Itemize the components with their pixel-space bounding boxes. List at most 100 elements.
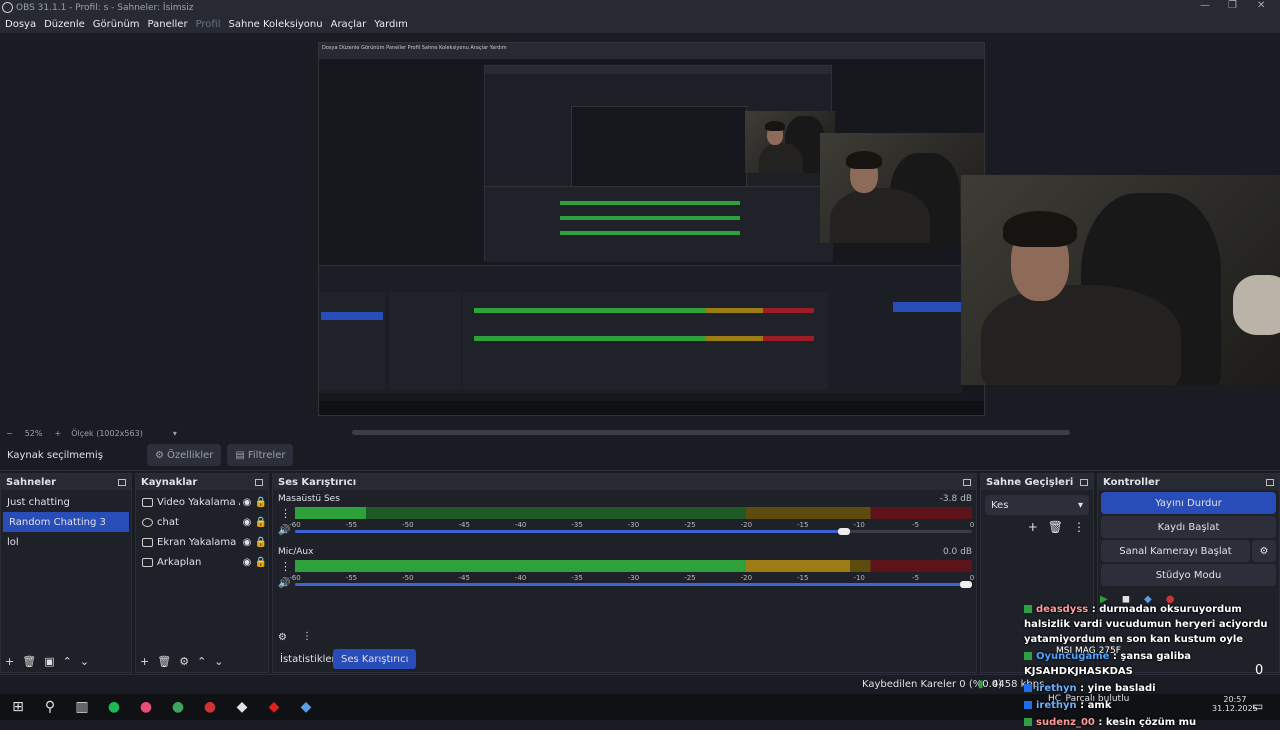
close-icon[interactable]: ✕ [1257,0,1265,11]
volume-slider[interactable] [295,528,972,535]
menu-docks[interactable]: Paneller [148,19,188,30]
windows-start-icon[interactable]: ⊞ [2,694,34,720]
tab-mixer[interactable]: Ses Karıştırıcı [333,649,417,669]
badge-icon [1024,701,1032,709]
messenger-icon[interactable]: ● [130,694,162,720]
menu-scene-collection[interactable]: Sahne Koleksiyonu [229,19,323,30]
transition-select[interactable]: Kes ▾ [985,495,1089,515]
channel-menu-icon[interactable]: ⋮ [280,560,291,573]
lock-icon[interactable]: 🔒 [254,537,268,548]
trash-icon[interactable]: 🗑 [157,655,171,668]
lock-icon[interactable]: 🔒 [254,497,268,508]
camera-icon [142,497,153,507]
menu-view[interactable]: Görünüm [93,19,140,30]
gear-icon[interactable]: ⚙ [179,655,189,668]
obs-logo-icon [2,2,13,13]
task-view-icon[interactable]: ▥ [66,694,98,720]
undock-icon[interactable] [118,478,126,486]
chevron-down-icon[interactable]: ⌄ [80,655,89,668]
minimize-icon[interactable]: — [1200,0,1210,11]
add-icon[interactable]: + [140,655,149,668]
mixer-title: Ses Karıştırıcı [278,476,357,488]
mixer-menu-icon[interactable]: ⋮ [302,631,312,642]
meter-tick-label: -15 [797,521,809,529]
scene-item[interactable]: lol [1,532,131,552]
add-icon[interactable]: + [1028,520,1038,534]
virtual-camera-button[interactable]: Sanal Kamerayı Başlat [1101,540,1250,562]
meter-tick-label: -20 [740,574,753,582]
zoom-out-icon[interactable]: − [6,429,13,438]
filters-icon[interactable]: ▣ [44,655,54,668]
preview-canvas[interactable]: Dosya Düzenle Görünüm Paneller Profil Sa… [0,33,1280,427]
more-icon[interactable]: ⋮ [1073,520,1085,534]
eye-icon[interactable]: ◉ [240,517,254,528]
chat-message: Oyuncugame : şansa galiba KJSAHDKJHASKDA… [1024,651,1192,677]
nested-menu: Dosya Düzenle Görünüm Paneller Profil Sa… [319,43,984,59]
steam-icon[interactable]: ◆ [290,694,322,720]
zoom-in-icon[interactable]: + [54,429,61,438]
browser-icon [142,517,153,527]
chevron-up-icon[interactable]: ⌃ [197,655,206,668]
menu-tools[interactable]: Araçlar [331,19,367,30]
virtual-camera-settings-icon[interactable]: ⚙ [1252,540,1276,562]
lock-icon[interactable]: 🔒 [254,517,268,528]
volume-knob[interactable] [960,581,972,588]
level-meter [295,507,972,519]
speaker-icon[interactable]: 🔊 [278,578,290,589]
scene-item-selected[interactable]: Random Chatting 3 [3,512,129,532]
meter-ticks: -60 -55 -50 -45 -40 -35 -30 -25 -20 -15 -10 -5 0 [289,574,974,582]
obs-taskbar-icon[interactable]: ● [194,694,226,720]
sources-title: Kaynaklar [141,476,198,488]
add-icon[interactable]: + [5,655,14,668]
chrome-icon[interactable]: ● [162,694,194,720]
search-icon[interactable]: ⚲ [34,694,66,720]
spotify-icon[interactable]: ● [98,694,130,720]
undock-icon[interactable] [255,478,263,486]
trash-icon[interactable]: 🗑 [1048,520,1063,534]
maximize-icon[interactable]: ❐ [1228,0,1237,11]
menu-profile[interactable]: Profil [196,19,221,30]
meter-tick-label: -55 [345,521,358,529]
scenes-dock: Sahneler Just chatting Random Chatting 3… [0,473,132,673]
transitions-title: Sahne Geçişleri [986,476,1074,488]
scale-dropdown-icon[interactable]: ▾ [173,429,177,438]
properties-button[interactable]: ⚙ Özellikler [147,444,222,466]
chevron-down-icon[interactable]: ⌄ [214,655,223,668]
preview-scrollbar[interactable] [352,430,1070,435]
chat-message: deasdyss : durmadan oksuruyordum halsizl… [1024,604,1268,645]
meter-tick-label: -25 [684,521,696,529]
eye-icon[interactable]: ◉ [240,537,254,548]
undock-icon[interactable] [963,478,971,486]
stop-stream-button[interactable]: Yayını Durdur [1101,492,1276,514]
lock-icon[interactable]: 🔒 [254,557,268,568]
mixer-settings-icon[interactable]: ⚙ [278,632,287,643]
eye-icon[interactable]: ◉ [240,497,254,508]
chevron-up-icon[interactable]: ⌃ [63,655,72,668]
source-item[interactable]: Video Yakalama Aygıtı◉🔒 [136,492,268,512]
image-icon [142,557,153,567]
source-item[interactable]: Arkaplan ◉ 🔒 [136,552,268,572]
app-icon[interactable]: ◆ [226,694,258,720]
volume-slider[interactable] [295,581,972,588]
meter-tick-label: -45 [458,521,470,529]
source-item[interactable]: chat ◉ 🔒 [136,512,268,532]
app2-icon[interactable]: ◆ [258,694,290,720]
gear-icon: ⚙ [155,449,164,461]
channel-menu-icon[interactable]: ⋮ [280,507,291,520]
meter-tick-label: -30 [627,574,640,582]
start-recording-button[interactable]: Kaydı Başlat [1101,516,1276,538]
scene-item[interactable]: Just chatting [1,492,131,512]
trash-icon[interactable]: 🗑 [22,655,36,668]
volume-knob[interactable] [838,528,851,535]
menu-help[interactable]: Yardım [374,19,408,30]
menu-edit[interactable]: Düzenle [44,19,85,30]
studio-mode-button[interactable]: Stüdyo Modu [1101,564,1276,586]
meter-tick-label: -5 [912,574,920,582]
speaker-icon[interactable]: 🔊 [278,525,290,536]
undock-icon[interactable] [1080,478,1088,486]
menu-file[interactable]: Dosya [5,19,36,30]
undock-icon[interactable] [1266,478,1274,486]
filters-button[interactable]: ▤ Filtreler [227,444,294,466]
source-item[interactable]: Ekran Yakalama ◉ 🔒 [136,532,268,552]
eye-icon[interactable]: ◉ [240,557,254,568]
